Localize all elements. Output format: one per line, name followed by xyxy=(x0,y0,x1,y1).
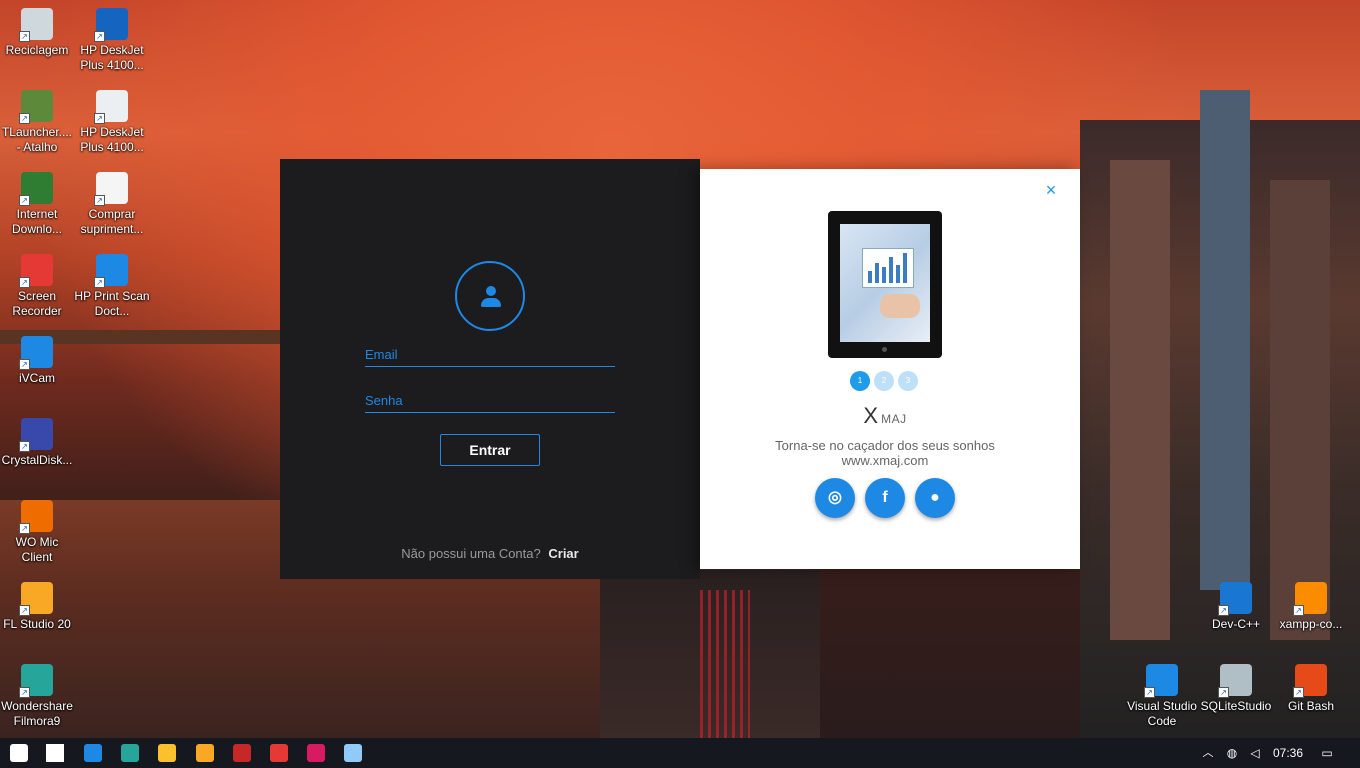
database-icon: ↗ xyxy=(1218,664,1252,698)
desktop-icon[interactable]: ↗ TLauncher.... - Atalho xyxy=(0,90,75,155)
signup-prompt: Não possui uma Conta? xyxy=(401,546,541,561)
minecraft-icon: ↗ xyxy=(19,90,53,124)
desktop-icon[interactable]: ↗ FL Studio 20 xyxy=(0,582,75,632)
desktop-icon-label: Wondershare Filmora9 xyxy=(1,699,73,728)
wallpaper-city xyxy=(1080,90,1360,738)
desktop-icon[interactable]: ↗ Internet Downlo... xyxy=(0,172,75,237)
access-icon[interactable] xyxy=(233,744,251,762)
tablet-image xyxy=(828,211,942,358)
close-icon[interactable]: × xyxy=(1043,181,1059,199)
desktop-icon-label: Dev-C++ xyxy=(1211,617,1261,631)
app-pink-icon[interactable] xyxy=(307,744,325,762)
stack-app-icon[interactable] xyxy=(270,744,288,762)
task-view-icon[interactable] xyxy=(46,744,64,762)
instagram-icon[interactable]: ◎ xyxy=(815,478,855,518)
desktop-icon-label: Visual Studio Code xyxy=(1127,699,1197,728)
password-input[interactable] xyxy=(365,389,615,413)
vscode-icon: ↗ xyxy=(1144,664,1178,698)
desktop-icon-label: SQLiteStudio xyxy=(1200,699,1272,713)
carousel-dot-3[interactable]: 3 xyxy=(898,371,918,391)
brand-x: X xyxy=(863,403,879,428)
desktop-icon[interactable]: ↗ Git Bash xyxy=(1273,664,1349,714)
website-text: www.xmaj.com xyxy=(841,453,929,468)
network-icon[interactable]: ◍ xyxy=(1222,738,1242,768)
edge-icon[interactable] xyxy=(121,744,139,762)
email-input[interactable] xyxy=(365,343,615,367)
desktop-icon-label: HP Print Scan Doct... xyxy=(74,289,150,318)
desktop-icon-label: HP DeskJet Plus 4100... xyxy=(80,125,144,154)
desktop-icon[interactable]: ↗ HP Print Scan Doct... xyxy=(74,254,150,319)
crystaldisk-icon: ↗ xyxy=(19,418,53,452)
github-icon[interactable]: ● xyxy=(915,478,955,518)
desktop-icon-label: Comprar supriment... xyxy=(80,207,144,236)
print-scan-icon: ↗ xyxy=(94,254,128,288)
carousel-dot-1[interactable]: 1 xyxy=(850,371,870,391)
desktop-icon[interactable]: ↗ Visual Studio Code xyxy=(1124,664,1200,729)
volume-icon[interactable]: ◁ xyxy=(1246,738,1264,768)
idm-icon: ↗ xyxy=(19,172,53,206)
facebook-icon[interactable]: f xyxy=(865,478,905,518)
desktop-icon[interactable]: ↗ CrystalDisk... xyxy=(0,418,75,468)
desktop-icon[interactable]: ↗ HP DeskJet Plus 4100... xyxy=(74,8,150,73)
tagline-text: Torna-se no caçador dos seus sonhos xyxy=(775,438,995,453)
desktop-icon-label: WO Mic Client xyxy=(15,535,59,564)
desktop-icon[interactable]: ↗ Screen Recorder xyxy=(0,254,75,319)
git-icon: ↗ xyxy=(1293,664,1327,698)
desktop-icon[interactable]: ↗ Dev-C++ xyxy=(1198,582,1274,632)
printer-icon: ↗ xyxy=(94,90,128,124)
desktop-icon-label: Screen Recorder xyxy=(12,289,62,318)
start-icon[interactable] xyxy=(10,744,28,762)
desktop-icon[interactable]: ↗ xampp-co... xyxy=(1273,582,1349,632)
desktop-icon[interactable]: ↗ HP DeskJet Plus 4100... xyxy=(74,90,150,155)
brand-logo: X MAJ xyxy=(700,403,1070,429)
desktop-icon[interactable]: ↗ Wondershare Filmora9 xyxy=(0,664,75,729)
microphone-icon: ↗ xyxy=(19,500,53,534)
tagline: Torna-se no caçador dos seus sonhos www.… xyxy=(700,438,1070,468)
vscode-taskbar-icon[interactable] xyxy=(84,744,102,762)
window-app-icon[interactable] xyxy=(344,744,362,762)
chevron-up-icon[interactable]: ︿ xyxy=(1200,738,1216,768)
carousel-dot-2[interactable]: 2 xyxy=(874,371,894,391)
desktop-icon[interactable]: ↗ WO Mic Client xyxy=(0,500,75,565)
promo-panel: × 123 X MAJ Torna-se no caçador dos seus … xyxy=(700,169,1080,569)
login-submit-button[interactable]: Entrar xyxy=(440,434,540,466)
desktop-icon-label: CrystalDisk... xyxy=(1,453,73,467)
ivcam-icon: ↗ xyxy=(19,336,53,370)
desktop-icon-label: Reciclagem xyxy=(5,43,69,57)
desktop-icon-label: TLauncher.... - Atalho xyxy=(1,125,73,154)
xampp-icon: ↗ xyxy=(1293,582,1327,616)
screen-recorder-icon: ↗ xyxy=(19,254,53,288)
desktop-icon[interactable]: ↗ iVCam xyxy=(0,336,75,386)
devcpp-icon: ↗ xyxy=(1218,582,1252,616)
desktop-icon-label: Internet Downlo... xyxy=(11,207,63,236)
signup-link[interactable]: Criar xyxy=(548,546,578,561)
fl-studio-icon: ↗ xyxy=(19,582,53,616)
brand-name: MAJ xyxy=(881,412,907,426)
signup-row: Não possui uma Conta? Criar xyxy=(280,546,700,561)
taskbar: ︿ ◍ ◁ 07:36 ▭ xyxy=(0,738,1360,768)
recycle-bin-icon: ↗ xyxy=(19,8,53,42)
desktop-icon-label: Git Bash xyxy=(1287,699,1335,713)
user-avatar-icon xyxy=(455,261,525,331)
desktop-icon-label: iVCam xyxy=(18,371,55,385)
wallpaper-traffic-lights xyxy=(700,590,750,738)
notification-icon[interactable]: ▭ xyxy=(1316,738,1338,768)
file-explorer-icon[interactable] xyxy=(158,744,176,762)
clock-time[interactable]: 07:36 xyxy=(1268,738,1308,768)
filmora-icon: ↗ xyxy=(19,664,53,698)
desktop-icon[interactable]: ↗ SQLiteStudio xyxy=(1198,664,1274,714)
login-panel: Entrar Não possui uma Conta? Criar xyxy=(280,159,700,579)
desktop-icon[interactable]: ↗ Comprar supriment... xyxy=(74,172,150,237)
desktop-icon-label: FL Studio 20 xyxy=(3,617,71,631)
printer-icon: ↗ xyxy=(94,8,128,42)
app-yellow-icon[interactable] xyxy=(196,744,214,762)
desktop-icon-label: xampp-co... xyxy=(1279,617,1343,631)
printer-supplies-icon: ↗ xyxy=(94,172,128,206)
desktop-icon[interactable]: ↗ Reciclagem xyxy=(0,8,75,58)
desktop-icon-label: HP DeskJet Plus 4100... xyxy=(80,43,144,72)
